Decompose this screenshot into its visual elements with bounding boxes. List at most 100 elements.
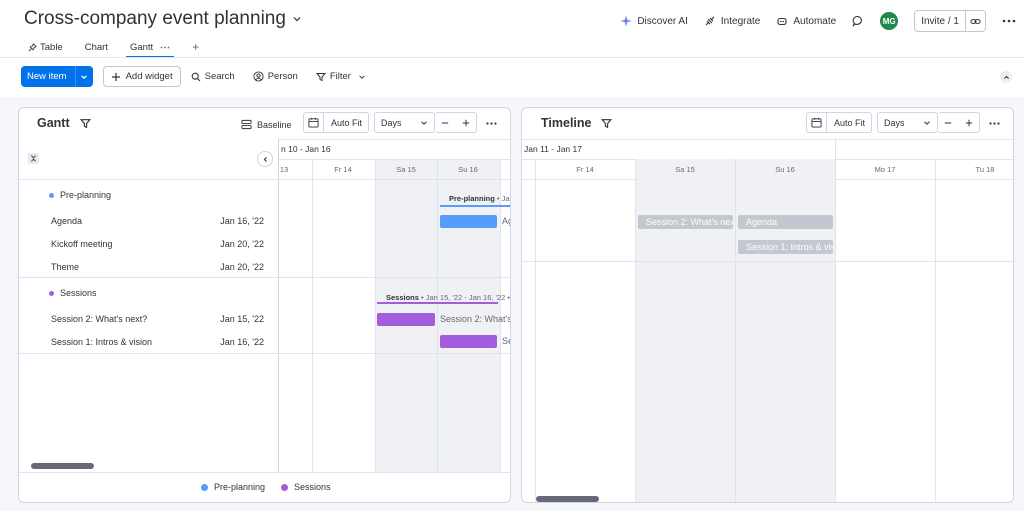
group-header-pre-planning[interactable]: Pre-planning [49, 190, 111, 200]
board-title[interactable]: Cross-company event planning [24, 8, 302, 30]
chevron-left-icon [263, 156, 267, 162]
sparkle-icon [620, 15, 633, 27]
legend-label: Pre-planning [214, 482, 266, 492]
timeline-calendar-button[interactable] [807, 113, 827, 132]
timeline-scale-value: Days [884, 117, 905, 128]
copy-link-button[interactable] [965, 11, 985, 31]
collapse-pane-button[interactable] [257, 151, 273, 167]
chevron-up-icon [1003, 75, 1009, 79]
collapse-icon [31, 155, 36, 162]
day-label: Sa 15 [396, 165, 416, 174]
tabs-divider [0, 57, 1024, 58]
task-date: Jan 15, '22 [220, 314, 264, 324]
group-summary-label: Sessions • Jan 15, '22 - Jan 16, '22 • [386, 293, 510, 302]
tab-gantt[interactable]: Gantt [125, 38, 175, 58]
timeline-widget-title: Timeline [541, 116, 613, 130]
search-icon [191, 72, 200, 81]
legend-item[interactable]: Sessions [281, 482, 331, 492]
day-label: Su 16 [775, 165, 795, 174]
filter-button[interactable]: Filter [315, 71, 366, 82]
more-options-icon[interactable] [1002, 19, 1016, 23]
group-summary-label: Pre-planning • Ja [449, 194, 510, 203]
task-name[interactable]: Kickoff meeting [51, 239, 112, 249]
filter-icon[interactable] [79, 118, 91, 129]
timeline-autofit-button[interactable]: Auto Fit [806, 112, 872, 133]
new-item-button[interactable]: New item [21, 66, 93, 87]
baseline-toggle[interactable]: Baseline [241, 117, 292, 132]
board-title-text: Cross-company event planning [24, 8, 286, 29]
tab-chart-label: Chart [84, 41, 108, 53]
timeline-item-bar[interactable]: Agenda [738, 215, 833, 229]
gantt-zoom-controls [435, 112, 477, 133]
timeline-title-text: Timeline [541, 116, 592, 130]
gantt-autofit-button[interactable]: Auto Fit [303, 112, 369, 133]
chevron-down-icon [924, 120, 930, 125]
group-summary-bar [440, 205, 510, 207]
task-name[interactable]: Session 1: Intros & vision [51, 337, 152, 347]
add-view-button[interactable]: + [192, 38, 199, 56]
collapse-all-button[interactable] [28, 153, 39, 164]
pin-icon [28, 42, 37, 51]
new-item-dropdown[interactable] [74, 66, 93, 87]
automate-button[interactable]: Automate [776, 15, 836, 27]
legend-item[interactable]: Pre-planning [201, 482, 265, 492]
discover-ai-button[interactable]: Discover AI [620, 15, 688, 27]
legend-dot [281, 483, 289, 491]
chat-icon[interactable] [852, 15, 864, 27]
gantt-items-pane: Pre-planning Agenda Jan 16, '22 Kickoff … [19, 139, 279, 472]
minus-icon [442, 122, 449, 123]
timeline-scale-dropdown[interactable]: Days [877, 112, 938, 133]
horizontal-scrollbar[interactable] [536, 496, 599, 502]
task-bar[interactable] [440, 335, 497, 348]
chevron-down-icon[interactable] [292, 14, 302, 24]
avatar[interactable]: MG [880, 12, 899, 30]
group-header-sessions[interactable]: Sessions [49, 288, 97, 298]
chevron-down-icon [81, 74, 87, 79]
add-view-label: + [192, 40, 200, 54]
person-filter-button[interactable]: Person [253, 71, 298, 82]
task-name[interactable]: Agenda [51, 216, 82, 226]
add-widget-button[interactable]: Add widget [102, 66, 181, 87]
tab-table[interactable]: Table [28, 38, 63, 56]
group-name: Sessions [60, 288, 97, 298]
timeline-item-bar[interactable]: Session 1: Intros & vision [738, 240, 833, 254]
search-button[interactable]: Search [191, 71, 235, 82]
filter-icon[interactable] [601, 118, 613, 129]
timeline-zoom-controls [938, 112, 980, 133]
search-label: Search [204, 71, 235, 82]
zoom-out-button[interactable] [435, 119, 456, 127]
day-label: 13 [279, 165, 289, 174]
tab-chart[interactable]: Chart [85, 38, 108, 56]
collapse-header-button[interactable] [1000, 71, 1012, 83]
tab-more-icon[interactable] [160, 46, 170, 49]
gantt-scale-value: Days [381, 117, 402, 128]
zoom-out-button[interactable] [938, 119, 959, 127]
task-bar[interactable] [377, 313, 435, 326]
invite-button[interactable]: Invite / 1 [914, 10, 986, 32]
timeline-item-bar[interactable]: Session 2: What's next? [638, 215, 733, 229]
task-name[interactable]: Session 2: What's next? [51, 314, 147, 324]
integrate-button[interactable]: Integrate [704, 15, 760, 27]
zoom-in-button[interactable] [456, 119, 477, 127]
view-tabs: Table Chart Gantt + [28, 38, 221, 58]
more-options-icon[interactable] [486, 122, 497, 125]
discover-ai-label: Discover AI [637, 15, 688, 27]
day-label: Mo 17 [874, 165, 896, 174]
summary-suffix: • Ja [494, 194, 510, 203]
gantt-scale-dropdown[interactable]: Days [374, 112, 435, 133]
task-date: Jan 16, '22 [220, 216, 264, 226]
task-date: Jan 20, '22 [220, 239, 264, 249]
integrate-label: Integrate [720, 15, 761, 27]
more-options-icon[interactable] [989, 122, 1000, 125]
baseline-label: Baseline [257, 119, 292, 130]
calendar-icon [811, 117, 822, 128]
new-item-label: New item [27, 71, 67, 82]
gantt-calendar-button[interactable] [304, 113, 324, 132]
task-name[interactable]: Theme [51, 262, 79, 272]
day-label: Fr 14 [334, 165, 352, 174]
horizontal-scrollbar[interactable] [31, 463, 94, 469]
zoom-in-button[interactable] [959, 119, 980, 127]
day-label: Fr 14 [576, 165, 594, 174]
add-widget-label: Add widget [125, 71, 173, 82]
task-bar[interactable] [440, 215, 497, 228]
